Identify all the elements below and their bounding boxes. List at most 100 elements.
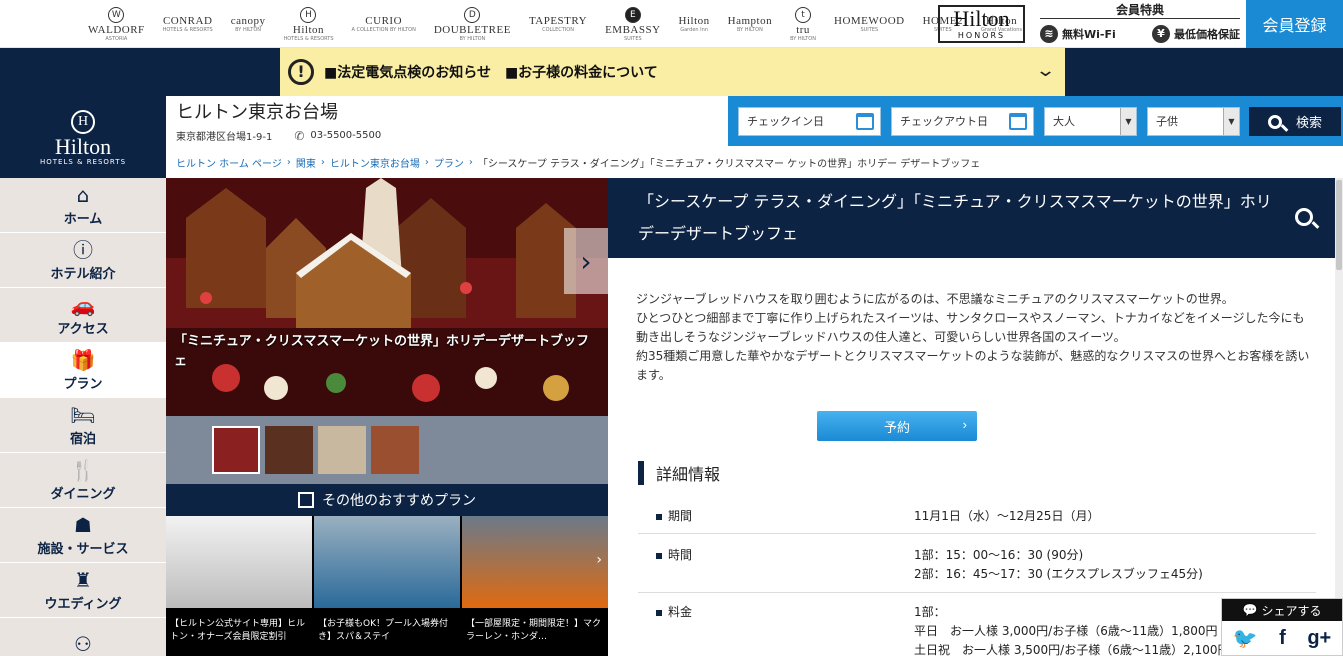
detail-row-period: 期間 11月1日（水）～12月25日（月） (638, 499, 1316, 534)
search-button[interactable]: 検索 (1249, 107, 1341, 136)
thumbnail-2[interactable] (265, 426, 313, 474)
brand-logo[interactable]: HOMEWOOD SUITES (834, 8, 905, 40)
gift-icon: 🎁 (70, 347, 96, 372)
car-icon: 🚗 (70, 292, 96, 317)
hilton-logo[interactable]: H Hilton HOTELS & RESORTS (0, 96, 166, 178)
calendar-icon[interactable] (1009, 113, 1027, 130)
dropdown-arrow-icon[interactable]: ▼ (1120, 108, 1136, 135)
thumbnail-4[interactable] (371, 426, 419, 474)
brand-mark-icon: H (300, 6, 317, 23)
hilton-mark-icon: H (71, 110, 95, 134)
brand-mark-icon: W (108, 6, 125, 23)
calendar-icon[interactable] (856, 113, 874, 130)
bed-icon: 🛏 (70, 402, 96, 427)
twitter-icon[interactable]: 🐦 (1233, 626, 1258, 651)
detail-row-price: 料金 1部： 平日 お一人様 3,000円/お子様（6歳～11歳）1,800円 … (638, 595, 1316, 656)
sidebar-item-1[interactable]: ⌂ ホーム (0, 178, 166, 233)
brand-logo[interactable]: CONRAD HOTELS & RESORTS (163, 8, 213, 40)
hotel-name[interactable]: ヒルトン東京お台場 (176, 102, 718, 124)
service-icon: ☗ (74, 512, 92, 537)
share-header[interactable]: 💬 シェアする (1222, 599, 1342, 621)
scrollbar[interactable] (1335, 178, 1343, 656)
breadcrumb-region[interactable]: 関東 (296, 155, 316, 170)
sidebar-item-label: ホテル紹介 (50, 266, 116, 282)
breadcrumb-plans[interactable]: プラン (434, 155, 464, 170)
checkin-date-input[interactable]: チェックイン日 (738, 107, 881, 136)
sidebar-item-9[interactable]: ⚇ (0, 618, 166, 656)
children-select[interactable]: 子供 ▼ (1147, 107, 1240, 136)
brand-logo[interactable]: CURIO A COLLECTION BY HILTON (352, 8, 416, 40)
notice-bar[interactable]: ! ■法定電気点検のお知らせ ■お子様の料金について ⌄ (280, 48, 1065, 96)
chevron-right-icon: › (580, 244, 592, 278)
phone-icon: ✆ (294, 128, 305, 143)
notice-electrical-inspection[interactable]: ■法定電気点検のお知らせ (324, 62, 491, 82)
facebook-icon[interactable]: f (1279, 627, 1286, 650)
notice-child-fees[interactable]: ■お子様の料金について (505, 62, 658, 82)
brand-logo[interactable]: canopy BY HILTON (231, 8, 266, 40)
checkout-date-input[interactable]: チェックアウト日 (891, 107, 1034, 136)
plan-image (166, 516, 312, 608)
brand-logo[interactable]: D DOUBLETREE BY HILTON (434, 6, 511, 42)
brand-mark-icon: E (624, 6, 641, 23)
zoom-icon[interactable] (1295, 208, 1313, 226)
adults-select[interactable]: 大人 ▼ (1044, 107, 1137, 136)
plan-description: ジンジャーブレッドハウスを取り囲むように広がるのは、不思議なミニチュアのクリスマ… (636, 292, 1310, 382)
hilton-honors-logo[interactable]: Hilton HONORS (938, 5, 1025, 43)
scrollbar-thumb[interactable] (1336, 180, 1342, 270)
carousel-next-button[interactable]: › (564, 228, 608, 294)
details-heading: 詳細情報 (638, 461, 720, 485)
recommended-plan-card[interactable]: 【一部屋限定・期間限定！】マクラーレン・ホンダ… (462, 516, 608, 656)
breadcrumb-home[interactable]: ヒルトン ホーム ページ (176, 155, 282, 170)
chevron-right-icon: › (286, 156, 291, 168)
breadcrumb: ヒルトン ホーム ページ › 関東 › ヒルトン東京お台場 › プラン › 「シ… (166, 146, 1343, 178)
chevron-right-icon: › (962, 417, 967, 432)
chevron-right-icon: › (424, 156, 429, 168)
google-plus-icon[interactable]: g+ (1307, 627, 1331, 650)
perk-wifi[interactable]: ≋ 無料Wi-Fi (1040, 25, 1116, 43)
sidebar-item-3[interactable]: 🚗 アクセス (0, 288, 166, 343)
breadcrumb-current: 「シースケープ テラス・ダイニング」「ミニチュア・クリスマスマー ケットの世界」… (477, 158, 981, 170)
member-benefits-title: 会員特典 (1040, 2, 1240, 19)
thumbnail-3[interactable] (318, 426, 366, 474)
sidebar-item-5[interactable]: 🛏 宿泊 (0, 398, 166, 453)
sidebar-item-label: プラン (63, 376, 103, 392)
reserve-button[interactable]: 予約 › (817, 411, 977, 441)
hotel-phone[interactable]: 03-5500-5500 (310, 130, 381, 141)
plan-image (314, 516, 460, 608)
brand-logo[interactable]: t tru BY HILTON (790, 6, 816, 42)
recommended-plan-card[interactable]: 【ヒルトン公式サイト専用】ヒルトン・オナーズ会員限定割引 (166, 516, 312, 656)
hero-caption: 「ミニチュア・クリスマスマーケットの世界」ホリデーデザートブッフェ (174, 334, 589, 369)
chevron-right-icon[interactable]: › (596, 552, 602, 568)
chevron-right-icon: › (468, 156, 473, 168)
breadcrumb-hotel[interactable]: ヒルトン東京お台場 (330, 155, 420, 170)
chevron-down-icon[interactable]: ⌄ (1035, 60, 1056, 81)
yen-icon: ¥ (1152, 25, 1170, 43)
alert-icon: ! (288, 59, 314, 85)
perk-best-price[interactable]: ¥ 最低価格保証 (1152, 25, 1240, 43)
brand-mark-icon: D (464, 6, 481, 23)
sidebar-item-7[interactable]: ☗ 施設・サービス (0, 508, 166, 563)
brand-mark-icon: t (795, 6, 812, 23)
brand-logo[interactable]: W WALDORF ASTORIA (88, 6, 145, 42)
brand-logo[interactable]: Hampton BY HILTON (728, 8, 772, 40)
sidebar-item-4[interactable]: 🎁 プラン (0, 343, 166, 398)
list-icon (298, 492, 314, 508)
chevron-right-icon: › (320, 156, 325, 168)
brand-logo[interactable]: H Hilton HOTELS & RESORTS (283, 6, 334, 42)
sidebar-item-6[interactable]: 🍴 ダイニング (0, 453, 166, 508)
cake-icon: ♜ (74, 567, 92, 592)
register-button[interactable]: 会員登録 (1246, 0, 1343, 48)
plan-image (462, 516, 608, 608)
brand-logo[interactable]: E EMBASSY SUITES (605, 6, 660, 42)
home-icon: ⌂ (76, 182, 90, 207)
brand-logo[interactable]: Hilton Garden Inn (679, 8, 710, 40)
search-bar: チェックイン日 チェックアウト日 大人 ▼ 子供 ▼ 検索 (728, 96, 1343, 146)
recommended-plan-card[interactable]: 【お子様もOK！プール入場券付き】スパ＆ステイ (314, 516, 460, 656)
sidebar-item-8[interactable]: ♜ ウエディング (0, 563, 166, 618)
brand-logo[interactable]: TAPESTRY COLLECTION (529, 8, 587, 40)
thumbnail-1[interactable] (212, 426, 260, 474)
sidebar-item-2[interactable]: ⓘ ホテル紹介 (0, 233, 166, 288)
sidebar-nav: ⌂ ホーム ⓘ ホテル紹介 🚗 アクセス 🎁 プラン 🛏 宿泊 🍴 ダイニング ☗ 施設・サービス ♜ ウエデ… (0, 178, 166, 656)
dropdown-arrow-icon[interactable]: ▼ (1223, 108, 1239, 135)
sidebar-item-label: 宿泊 (69, 431, 96, 447)
